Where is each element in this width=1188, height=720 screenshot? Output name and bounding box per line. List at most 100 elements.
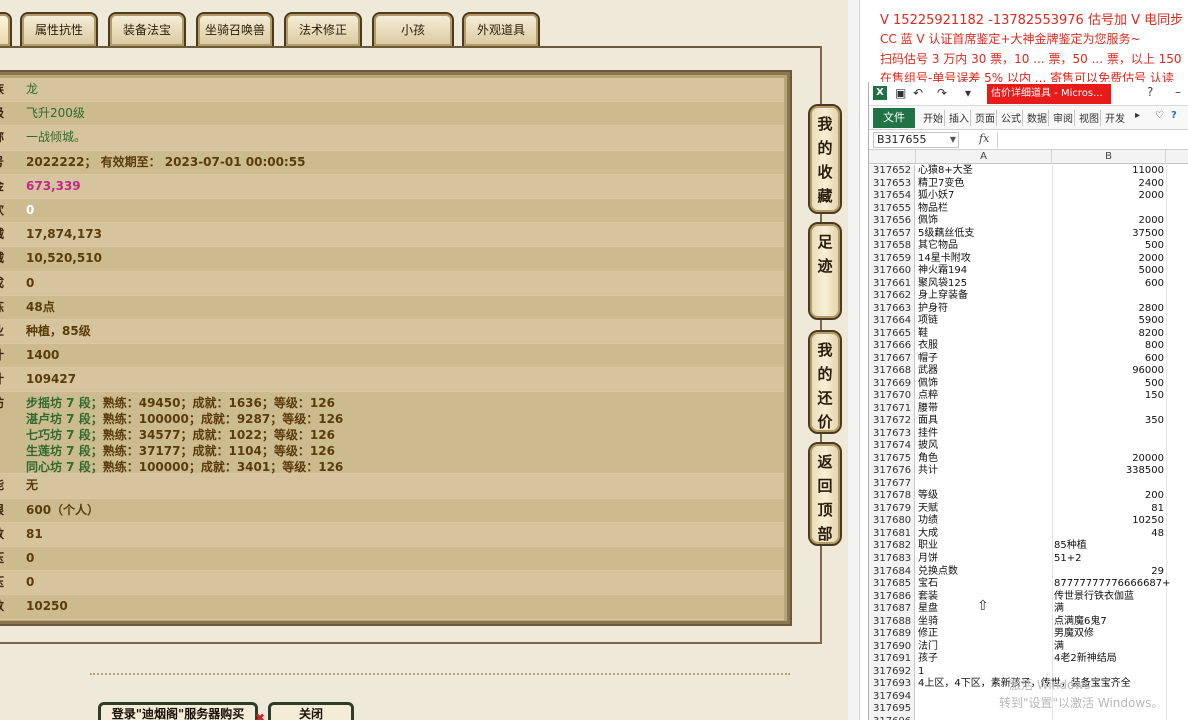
cell-b[interactable]: 150 — [1054, 390, 1164, 403]
cell-b[interactable]: 350 — [1054, 415, 1164, 428]
row-number[interactable]: 317677 — [869, 477, 915, 491]
tab-review[interactable]: 审阅 — [1053, 110, 1073, 125]
row-number[interactable]: 317687 — [869, 603, 915, 616]
table-row[interactable]: 317671 腰带 — [869, 402, 1188, 416]
row-number[interactable]: 317672 — [869, 415, 915, 428]
cell-a[interactable]: 法门 — [918, 641, 1052, 654]
table-row[interactable]: 317679 天赋 81 — [869, 502, 1188, 516]
cell-b[interactable]: 2800 — [1054, 303, 1164, 316]
column-header-c[interactable] — [1166, 150, 1188, 164]
function-icon[interactable]: fx — [979, 132, 989, 145]
row-number[interactable]: 317684 — [869, 565, 915, 579]
table-row[interactable]: 317663 护身符 2800 — [869, 302, 1188, 316]
row-number[interactable]: 317659 — [869, 252, 915, 266]
row-number[interactable]: 317667 — [869, 352, 915, 366]
cell-a[interactable]: 面具 — [918, 415, 1052, 428]
cell-a[interactable]: 挂件 — [918, 428, 1052, 441]
row-number[interactable]: 317681 — [869, 527, 915, 541]
my-favorites-button[interactable]: 我的收藏 — [808, 104, 842, 214]
cell-a[interactable]: 物品栏 — [918, 203, 1052, 216]
cell-a[interactable]: 兑换点数 — [918, 566, 1052, 579]
row-number[interactable]: 317678 — [869, 490, 915, 503]
row-number[interactable]: 317686 — [869, 590, 915, 604]
table-row[interactable]: 317680 功绩 10250 — [869, 515, 1188, 528]
save-icon[interactable]: ▣ — [895, 86, 906, 100]
row-number[interactable]: 317664 — [869, 315, 915, 328]
minimize-icon[interactable]: – — [1175, 85, 1181, 99]
cell-b[interactable]: 200 — [1054, 490, 1164, 503]
table-row[interactable]: 317655 物品栏 — [869, 202, 1188, 216]
row-number[interactable]: 317690 — [869, 640, 915, 654]
row-number[interactable]: 317685 — [869, 578, 915, 591]
row-number[interactable]: 317694 — [869, 690, 915, 704]
table-row[interactable]: 317674 披风 — [869, 440, 1188, 453]
cell-b[interactable]: 点满魔6鬼7 — [1054, 616, 1164, 629]
table-row[interactable]: 317676 共计 338500 — [869, 465, 1188, 478]
row-number[interactable]: 317673 — [869, 427, 915, 441]
cell-b[interactable]: 男魔双修 — [1054, 628, 1164, 641]
cell-a[interactable]: 职业 — [918, 540, 1052, 553]
cell-a[interactable]: 孩子 — [918, 653, 1052, 666]
table-row[interactable]: 317658 其它物品 500 — [869, 240, 1188, 253]
table-row[interactable]: 317678 等级 200 — [869, 490, 1188, 503]
tab-children[interactable]: 小孩 — [372, 12, 454, 46]
row-number[interactable]: 317669 — [869, 377, 915, 391]
table-row[interactable]: 317677 — [869, 477, 1188, 491]
row-number[interactable]: 317689 — [869, 628, 915, 641]
table-row[interactable]: 317668 武器 96000 — [869, 365, 1188, 378]
cell-b[interactable]: 20000 — [1054, 453, 1164, 466]
row-number[interactable]: 317662 — [869, 290, 915, 303]
cell-b[interactable]: 338500 — [1054, 465, 1164, 478]
cell-a[interactable]: 鞋 — [918, 328, 1052, 341]
row-number[interactable]: 317657 — [869, 227, 915, 241]
cell-a[interactable]: 大成 — [918, 528, 1052, 541]
spreadsheet-grid[interactable]: A B 317652 心猿8+大圣 11000 317653 精卫7变色 2400 3176… — [869, 150, 1188, 720]
cell-a[interactable]: 腰带 — [918, 403, 1052, 416]
cell-a[interactable]: 佩饰 — [918, 378, 1052, 391]
cell-a[interactable]: 功绩 — [918, 515, 1052, 528]
cell-b[interactable]: 满 — [1054, 641, 1164, 654]
cell-a[interactable]: 14星卡附攻 — [918, 253, 1052, 266]
my-counteroffer-button[interactable]: 我的还价 — [808, 330, 842, 434]
cell-b[interactable]: 37500 — [1054, 228, 1164, 241]
close-button[interactable]: 关闭 — [268, 702, 354, 720]
cell-a[interactable]: 心猿8+大圣 — [918, 165, 1052, 178]
tab-basic[interactable] — [0, 12, 12, 46]
cell-a[interactable]: 帽子 — [918, 353, 1052, 366]
table-row[interactable]: 317683 月饼 51+2 — [869, 552, 1188, 566]
row-number[interactable]: 317693 — [869, 678, 915, 691]
cell-b[interactable]: 81 — [1054, 503, 1164, 516]
table-row[interactable]: 317653 精卫7变色 2400 — [869, 177, 1188, 191]
footprint-button[interactable]: 足迹 — [808, 222, 842, 320]
tab-appearance[interactable]: 外观道具 — [462, 12, 540, 46]
table-row[interactable]: 317691 孩子 4老2新神结局 — [869, 653, 1188, 666]
cell-a[interactable]: 其它物品 — [918, 240, 1052, 253]
cell-b[interactable]: 85种植 — [1054, 540, 1164, 553]
row-number[interactable]: 317683 — [869, 552, 915, 566]
cell-a[interactable]: 坐骑 — [918, 616, 1052, 629]
name-box[interactable]: B317655 ▼ — [873, 132, 959, 148]
cell-b[interactable]: 51+2 — [1054, 553, 1164, 566]
row-number[interactable]: 317661 — [869, 277, 915, 291]
cell-a[interactable]: 5级藕丝低支 — [918, 228, 1052, 241]
row-number[interactable]: 317670 — [869, 390, 915, 403]
cell-b[interactable]: 2000 — [1054, 190, 1164, 203]
cell-a[interactable]: 身上穿装备 — [918, 290, 1052, 303]
cell-a[interactable]: 狐小妖7 — [918, 190, 1052, 203]
table-row[interactable]: 317667 帽子 600 — [869, 352, 1188, 366]
table-row[interactable]: 317687 星盘满 — [869, 603, 1188, 616]
cell-b[interactable]: 500 — [1054, 378, 1164, 391]
cell-a[interactable]: 点粹 — [918, 390, 1052, 403]
row-number[interactable]: 317654 — [869, 190, 915, 203]
table-row[interactable]: 317666 衣服 800 — [869, 340, 1188, 353]
table-row[interactable]: 317664 项链 5900 — [869, 315, 1188, 328]
cell-a[interactable]: 佩饰 — [918, 215, 1052, 228]
cell-b[interactable]: 满 — [1054, 603, 1164, 616]
row-number[interactable]: 317653 — [869, 177, 915, 191]
table-row[interactable]: 317670 点粹 150 — [869, 390, 1188, 403]
cell-a[interactable]: 神火霜194 — [918, 265, 1052, 278]
cell-a[interactable]: 等级 — [918, 490, 1052, 503]
row-number[interactable]: 317655 — [869, 202, 915, 216]
cell-a[interactable]: 项链 — [918, 315, 1052, 328]
row-number[interactable]: 317679 — [869, 502, 915, 516]
